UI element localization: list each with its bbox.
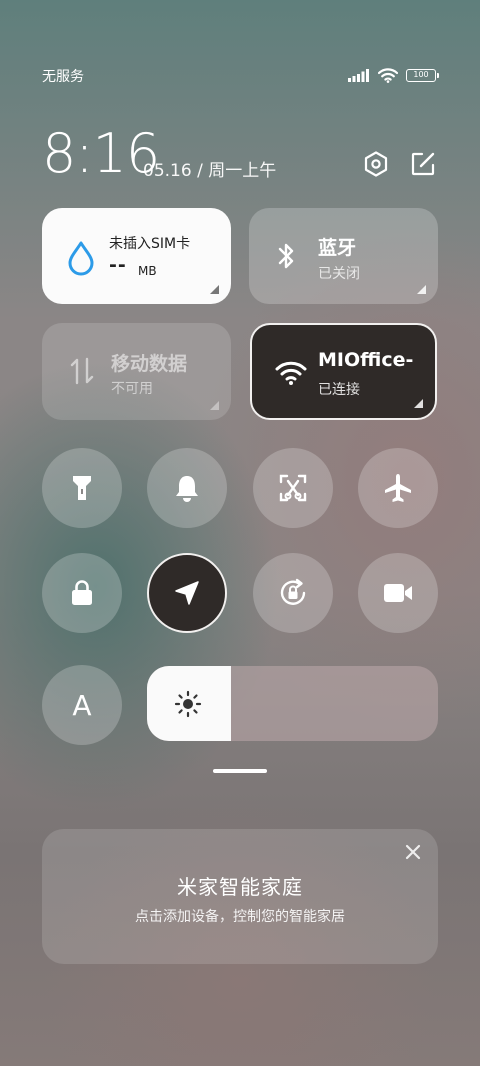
sim-data-tile[interactable]: 未插入SIM卡 -- MB [42,208,231,304]
sim-status-label: 未插入SIM卡 [109,236,191,252]
screenshot-icon [279,474,307,502]
mobile-data-status: 不可用 [111,381,153,397]
rotation-lock-toggle[interactable] [253,553,333,633]
bluetooth-tile[interactable]: 蓝牙 已关闭 [249,208,438,304]
water-drop-icon [68,241,94,276]
data-usage-unit: MB [138,264,157,278]
screen-recorder-toggle[interactable] [358,553,438,633]
video-camera-icon [384,584,412,602]
data-arrows-icon [70,357,94,385]
close-icon[interactable] [404,843,422,861]
settings-icon[interactable] [362,150,390,178]
carrier-label: 无服务 [42,69,84,85]
expand-corner-icon [210,401,219,410]
edit-icon[interactable] [409,150,437,178]
wifi-network-name: MIOffice- [318,349,414,371]
auto-brightness-toggle[interactable]: A [42,665,122,745]
data-usage-value: -- [109,254,127,276]
brightness-slider[interactable] [147,666,438,741]
mobile-data-label: 移动数据 [111,353,188,375]
auto-brightness-label: A [72,688,92,722]
airplane-mode-toggle[interactable] [358,448,438,528]
expand-corner-icon [210,285,219,294]
bluetooth-icon [278,243,294,269]
mijia-smart-home-card[interactable]: 米家智能家庭 点击添加设备，控制您的智能家居 [42,829,438,964]
status-icons: 100 [348,68,439,83]
signal-icon [348,69,369,82]
wifi-status: 已连接 [318,382,360,398]
location-icon [175,581,199,605]
bluetooth-status: 已关闭 [318,266,360,282]
sun-icon [174,690,202,718]
mobile-data-tile[interactable]: 移动数据 不可用 [42,323,231,420]
bell-icon [176,476,198,502]
expand-corner-icon [414,399,423,408]
mijia-card-subtitle: 点击添加设备，控制您的智能家居 [135,909,345,925]
airplane-icon [385,474,411,502]
battery-icon: 100 [406,69,439,82]
bluetooth-label: 蓝牙 [318,237,357,259]
mijia-card-title: 米家智能家庭 [177,875,303,899]
notification-toggle[interactable] [147,448,227,528]
clock-date: 05.16 / 周一上午 [143,161,277,181]
drag-handle[interactable] [213,769,267,773]
lock-icon [72,580,92,605]
wifi-icon [275,361,307,385]
rotation-lock-icon [280,578,306,605]
wifi-icon [378,68,398,83]
lock-screen-button[interactable] [42,553,122,633]
screenshot-toggle[interactable] [253,448,333,528]
flashlight-toggle[interactable] [42,448,122,528]
wifi-tile[interactable]: MIOffice- 已连接 [250,323,437,420]
flashlight-icon [73,476,91,500]
location-toggle[interactable] [147,553,227,633]
clock-time: 8:16 [42,122,160,185]
expand-corner-icon [417,285,426,294]
